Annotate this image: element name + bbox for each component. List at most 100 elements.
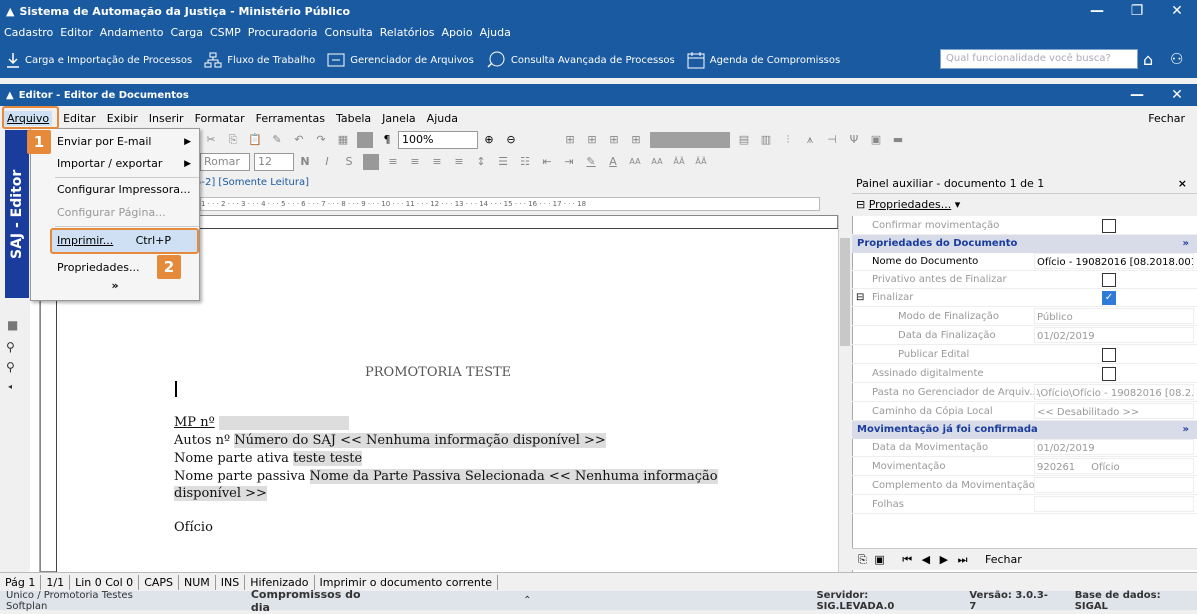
restore-icon[interactable]: ❐ xyxy=(1117,3,1157,19)
menu-carga[interactable]: Carga xyxy=(170,26,202,39)
undo-icon[interactable]: ↶ xyxy=(291,132,307,148)
menu-cadastro[interactable]: Cadastro xyxy=(4,26,53,39)
numbered-list-icon[interactable]: ☷ xyxy=(517,154,533,170)
editor-close-icon[interactable]: ✕ xyxy=(1157,87,1197,103)
menu-csmp[interactable]: CSMP xyxy=(210,26,241,39)
prop-section-documento[interactable]: Propriedades do Documento» xyxy=(852,235,1197,253)
toolbar-carga-button[interactable]: Carga e Importação de Processos xyxy=(6,52,192,68)
shrink-font-icon[interactable]: AA xyxy=(649,154,665,170)
editor-minimize-icon[interactable]: — xyxy=(1117,87,1157,103)
checkbox[interactable] xyxy=(1102,367,1116,381)
merge-icon[interactable]: ▤ xyxy=(736,132,752,148)
home-icon[interactable]: ⌂ xyxy=(1143,50,1153,69)
menu-andamento[interactable]: Andamento xyxy=(100,26,164,39)
case-icon[interactable]: ÃÃ xyxy=(671,154,687,170)
checkbox[interactable] xyxy=(1102,219,1116,233)
table-icon[interactable]: ▦ xyxy=(335,132,351,148)
toolbar-agenda-button[interactable]: Agenda de Compromissos xyxy=(687,51,840,69)
grid-icon-3[interactable]: ⊞ xyxy=(606,132,622,148)
align-center-icon[interactable]: ≡ xyxy=(407,154,423,170)
shade-icon[interactable] xyxy=(357,132,373,148)
menu-item-importar-exportar[interactable]: Importar / exportar ▶ xyxy=(57,153,197,175)
minimize-icon[interactable]: — xyxy=(1077,3,1117,19)
menu-ferramentas[interactable]: Ferramentas xyxy=(256,112,325,125)
last-page-icon[interactable]: ⏭ xyxy=(958,553,968,566)
menu-apoio[interactable]: Apoio xyxy=(442,26,473,39)
zoom-out-icon[interactable]: ⊖ xyxy=(503,132,519,148)
menu-exibir[interactable]: Exibir xyxy=(107,112,138,125)
menu-formatar[interactable]: Formatar xyxy=(195,112,245,125)
pilcrow-icon[interactable]: ¶ xyxy=(379,132,395,148)
menu-janela[interactable]: Janela xyxy=(382,112,416,125)
search-input[interactable]: Qual funcionalidade você busca? xyxy=(940,49,1138,69)
menu-item-configurar-impressora[interactable]: Configurar Impressora... xyxy=(57,179,197,201)
menu-procuradoria[interactable]: Procuradoria xyxy=(248,26,318,39)
indent-icon[interactable]: ⇥ xyxy=(561,154,577,170)
paste-icon[interactable]: 📋 xyxy=(247,132,263,148)
checkbox[interactable] xyxy=(1102,348,1116,362)
outdent-icon[interactable]: ⇤ xyxy=(539,154,555,170)
grow-font-icon[interactable]: AA xyxy=(627,154,643,170)
menu-item-configurar-pagina[interactable]: Configurar Página... xyxy=(57,202,197,224)
justify-icon[interactable]: ≡ xyxy=(451,154,467,170)
prev-page-icon[interactable]: ◀ xyxy=(922,553,930,566)
align-right-icon[interactable]: ≡ xyxy=(429,154,445,170)
menu-editor[interactable]: Editor xyxy=(60,26,93,39)
checkbox-checked[interactable]: ✓ xyxy=(1102,291,1116,305)
panel-close-button[interactable]: Fechar xyxy=(985,553,1022,566)
copy-icon[interactable]: ⎘ xyxy=(225,132,241,148)
menu-relatorios[interactable]: Relatórios xyxy=(380,26,435,39)
editor-close-button[interactable]: Fechar xyxy=(1148,112,1185,125)
zoom-select[interactable]: 100% xyxy=(398,131,478,149)
pin-icon[interactable]: ⚲ xyxy=(6,360,15,374)
first-page-icon[interactable]: ⏮ xyxy=(902,553,912,566)
copy-panel-icon[interactable]: ⎘ xyxy=(858,553,867,566)
users-icon[interactable]: ⚇ xyxy=(1170,50,1183,68)
horizontal-ruler[interactable]: 1 · · · 2 · · · 3 · · · 4 · · · 5 · · · … xyxy=(200,197,820,211)
image-icon[interactable]: ▣ xyxy=(868,132,884,148)
prop-section-movimentacao[interactable]: Movimentação já foi confirmada» xyxy=(852,421,1197,439)
italic-icon[interactable]: I xyxy=(319,154,335,170)
expand-up-icon[interactable]: ⌃ xyxy=(523,595,531,606)
insert-icon[interactable]: ⊣ xyxy=(824,132,840,148)
toolbar-consulta-button[interactable]: Consulta Avançada de Processos xyxy=(486,51,675,69)
spacing-icon[interactable]: ↕ xyxy=(473,154,489,170)
font-size-select[interactable]: 12 xyxy=(254,153,294,171)
bold-icon[interactable]: N xyxy=(297,154,313,170)
case-icon-2[interactable]: ÃÃ xyxy=(693,154,709,170)
redo-icon[interactable]: ↷ xyxy=(313,132,329,148)
zoom-in-icon[interactable]: ⊕ xyxy=(481,132,497,148)
picture-icon[interactable]: ▬ xyxy=(890,132,906,148)
highlight-icon[interactable]: ✎ xyxy=(583,154,599,170)
menu-ajuda[interactable]: Ajuda xyxy=(480,26,511,39)
find-icon[interactable]: ⚲ xyxy=(6,340,15,354)
document-tab[interactable]: 5-2] [Somente Leitura] xyxy=(195,175,309,193)
align-left-icon[interactable]: ≡ xyxy=(385,154,401,170)
list-icon[interactable]: ☰ xyxy=(495,154,511,170)
toolbar-fluxo-button[interactable]: Fluxo de Trabalho xyxy=(204,52,315,68)
tree-icon[interactable]: ⩚ xyxy=(802,132,818,148)
scrollbar-thumb[interactable] xyxy=(840,238,850,346)
expander-icon[interactable]: ⊟ xyxy=(856,289,864,307)
checkbox[interactable] xyxy=(1102,273,1116,287)
font-name-select[interactable]: Romar xyxy=(200,153,250,171)
field-icon[interactable]: Ψ xyxy=(846,132,862,148)
grid-icon-2[interactable]: ⊞ xyxy=(584,132,600,148)
aux-panel-close-icon[interactable]: × xyxy=(1178,174,1187,194)
split-icon[interactable]: ▥ xyxy=(758,132,774,148)
toolbar-gerenciador-button[interactable]: Gerenciador de Arquivos xyxy=(327,52,474,68)
cut-icon[interactable]: ✂ xyxy=(203,132,219,148)
brush-icon[interactable]: ✎ xyxy=(269,132,285,148)
menu-ajuda-editor[interactable]: Ajuda xyxy=(427,112,458,125)
font-color-icon[interactable]: A xyxy=(605,154,621,170)
align-icon[interactable]: ⫶ xyxy=(780,132,796,148)
menu-editar[interactable]: Editar xyxy=(63,112,96,125)
properties-dropdown[interactable]: ⊟ Propriedades... ▾ xyxy=(852,194,1197,216)
grid-icon-4[interactable]: ⊞ xyxy=(628,132,644,148)
next-page-icon[interactable]: ▶ xyxy=(940,553,948,566)
menu-consulta[interactable]: Consulta xyxy=(325,26,373,39)
close-icon[interactable]: ✕ xyxy=(1157,3,1197,19)
shade-icon-2[interactable] xyxy=(363,154,379,170)
grid-icon[interactable]: ⊞ xyxy=(562,132,578,148)
more-tools-icon[interactable]: ◂ xyxy=(8,382,12,391)
